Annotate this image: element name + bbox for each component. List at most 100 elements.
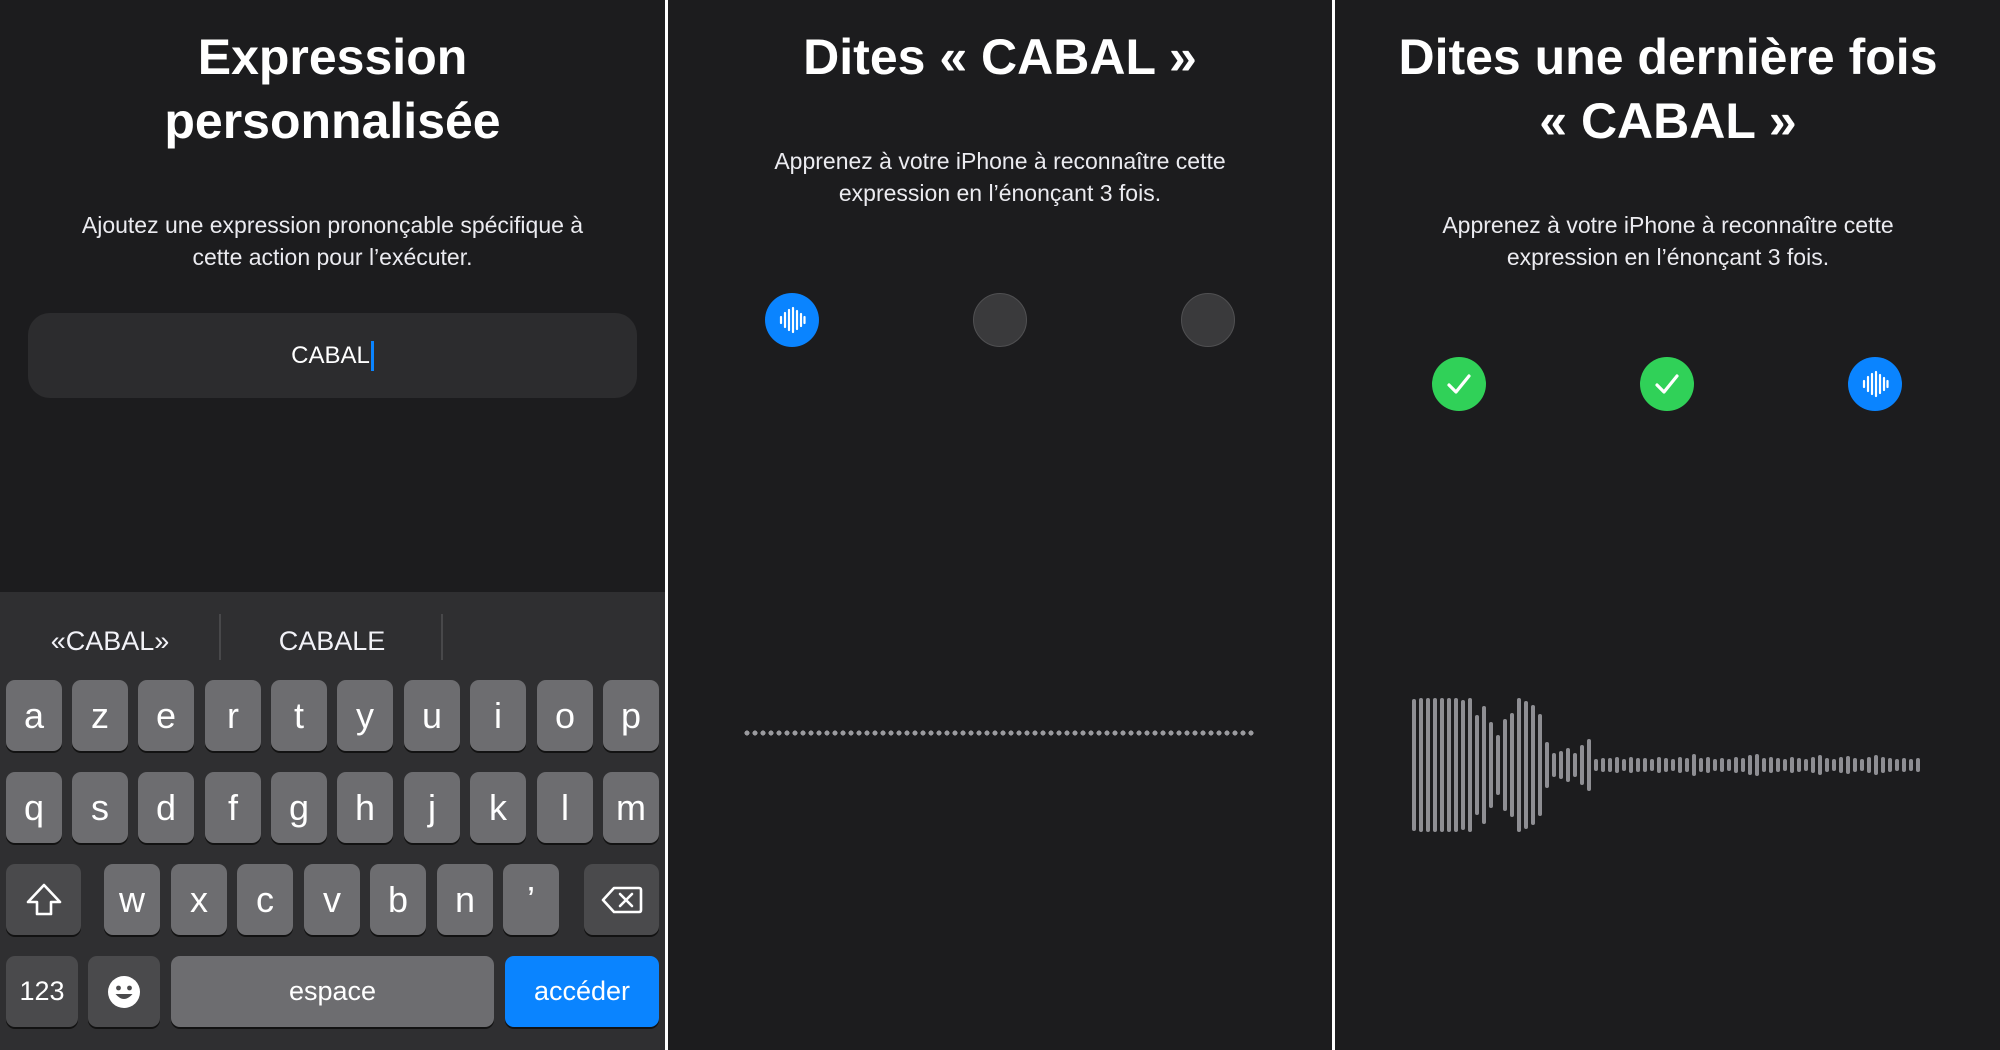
waveform-bar [1664, 758, 1668, 772]
suggestion-2[interactable]: CABALE [232, 617, 432, 665]
numbers-key[interactable]: 123 [6, 956, 78, 1027]
waveform-bar [1755, 754, 1759, 776]
shift-key[interactable] [6, 864, 81, 935]
key-m[interactable]: m [603, 772, 659, 843]
key-p[interactable]: p [603, 680, 659, 751]
description-line-1: Apprenez à votre iPhone à reconnaître ce… [774, 148, 1226, 174]
phrase-input[interactable]: CABAL [28, 313, 637, 398]
description-line-2: expression en l’énonçant 3 fois. [1506, 244, 1830, 270]
waveform-bar [1706, 757, 1710, 773]
key-f[interactable]: f [205, 772, 261, 843]
waveform-bar [1685, 758, 1689, 772]
description-line-2: cette action pour l’exécuter. [192, 244, 473, 270]
waveform-icon [1862, 370, 1889, 398]
space-key[interactable]: espace [171, 956, 494, 1027]
key-n[interactable]: n [437, 864, 493, 935]
key-k[interactable]: k [470, 772, 526, 843]
waveform-bar [1573, 753, 1577, 777]
key-u[interactable]: u [404, 680, 460, 751]
key-l[interactable]: l [537, 772, 593, 843]
go-key[interactable]: accéder [505, 956, 659, 1027]
waveform-bar [1489, 722, 1493, 808]
title-line-1: Dites une dernière fois [1398, 29, 1938, 85]
key-o[interactable]: o [537, 680, 593, 751]
key-apostrophe[interactable]: ’ [503, 864, 559, 935]
waveform-bar [1496, 735, 1500, 795]
waveform-bar [1846, 756, 1850, 774]
page-title: Expression personnalisée [0, 25, 665, 153]
key-z[interactable]: z [72, 680, 128, 751]
waveform-bar [1699, 758, 1703, 772]
key-c[interactable]: c [237, 864, 293, 935]
waveform-bar [1510, 713, 1514, 817]
waveform-bar [1629, 757, 1633, 773]
waveform-bar [1748, 755, 1752, 775]
waveform-bar [1468, 698, 1472, 832]
custom-phrase-screen: Expression personnalisée Ajoutez une exp… [0, 0, 665, 1050]
page-title: Dites une dernière fois « CABAL » [1336, 25, 2000, 153]
page-description: Ajoutez une expression prononçable spéci… [0, 209, 665, 273]
waveform-bar [1419, 698, 1423, 832]
key-b[interactable]: b [370, 864, 426, 935]
description-line-1: Ajoutez une expression prononçable spéci… [81, 212, 584, 238]
delete-key[interactable] [584, 864, 659, 935]
waveform-bar [1678, 757, 1682, 773]
page-title: Dites « CABAL » [803, 29, 1197, 85]
key-q[interactable]: q [6, 772, 62, 843]
phrase-input-value: CABAL [291, 341, 370, 369]
key-r[interactable]: r [205, 680, 261, 751]
key-h[interactable]: h [337, 772, 393, 843]
waveform-bar [1447, 698, 1451, 832]
waveform-bar [1832, 759, 1836, 771]
page-description: Apprenez à votre iPhone à reconnaître ce… [668, 145, 1332, 209]
waveform-bar [1769, 757, 1773, 773]
suggestion-1[interactable]: «CABAL» [20, 617, 200, 665]
waveform-bar [1552, 753, 1556, 777]
key-e[interactable]: e [138, 680, 194, 751]
key-g[interactable]: g [271, 772, 327, 843]
waveform-bar [1671, 759, 1675, 771]
waveform-bar [1895, 759, 1899, 771]
title-line-2: « CABAL » [1539, 93, 1797, 149]
step-2-indicator [973, 293, 1027, 347]
suggestion-divider [219, 614, 221, 660]
key-j[interactable]: j [404, 772, 460, 843]
waveform-bar [1650, 759, 1654, 771]
waveform-bar [1503, 719, 1507, 811]
waveform-bar [1713, 759, 1717, 771]
waveform-bar [1580, 745, 1584, 785]
waveform-bar [1916, 758, 1920, 772]
waveform-bar [1538, 714, 1542, 816]
waveform-bar [1727, 759, 1731, 771]
waveform-bar [1874, 755, 1878, 775]
waveform-bar [1545, 742, 1549, 788]
key-x[interactable]: x [171, 864, 227, 935]
key-v[interactable]: v [304, 864, 360, 935]
key-y[interactable]: y [337, 680, 393, 751]
key-s[interactable]: s [72, 772, 128, 843]
key-d[interactable]: d [138, 772, 194, 843]
waveform-bar [1762, 758, 1766, 772]
title-line-2: personnalisée [164, 93, 501, 149]
waveform-bar [1790, 757, 1794, 773]
description-line-1: Apprenez à votre iPhone à reconnaître ce… [1442, 212, 1894, 238]
waveform-bar [1594, 759, 1598, 771]
step-2-indicator [1640, 357, 1694, 411]
key-t[interactable]: t [271, 680, 327, 751]
key-a[interactable]: a [6, 680, 62, 751]
key-w[interactable]: w [104, 864, 160, 935]
waveform-bar [1482, 706, 1486, 824]
emoji-icon [108, 975, 140, 1008]
emoji-key[interactable] [88, 956, 160, 1027]
checkmark-icon [1655, 374, 1679, 394]
waveform-bar [1559, 751, 1563, 779]
waveform-bar [1622, 759, 1626, 771]
keyboard: «CABAL» CABALE a z e r t y u i o p q s d… [0, 592, 665, 1050]
page-description: Apprenez à votre iPhone à reconnaître ce… [1336, 209, 2000, 273]
key-i[interactable]: i [470, 680, 526, 751]
waveform-bar [1867, 757, 1871, 773]
waveform-bar [1720, 758, 1724, 772]
waveform-bar [1412, 699, 1416, 831]
waveform-bar [1426, 698, 1430, 832]
audio-level-line [743, 730, 1255, 736]
